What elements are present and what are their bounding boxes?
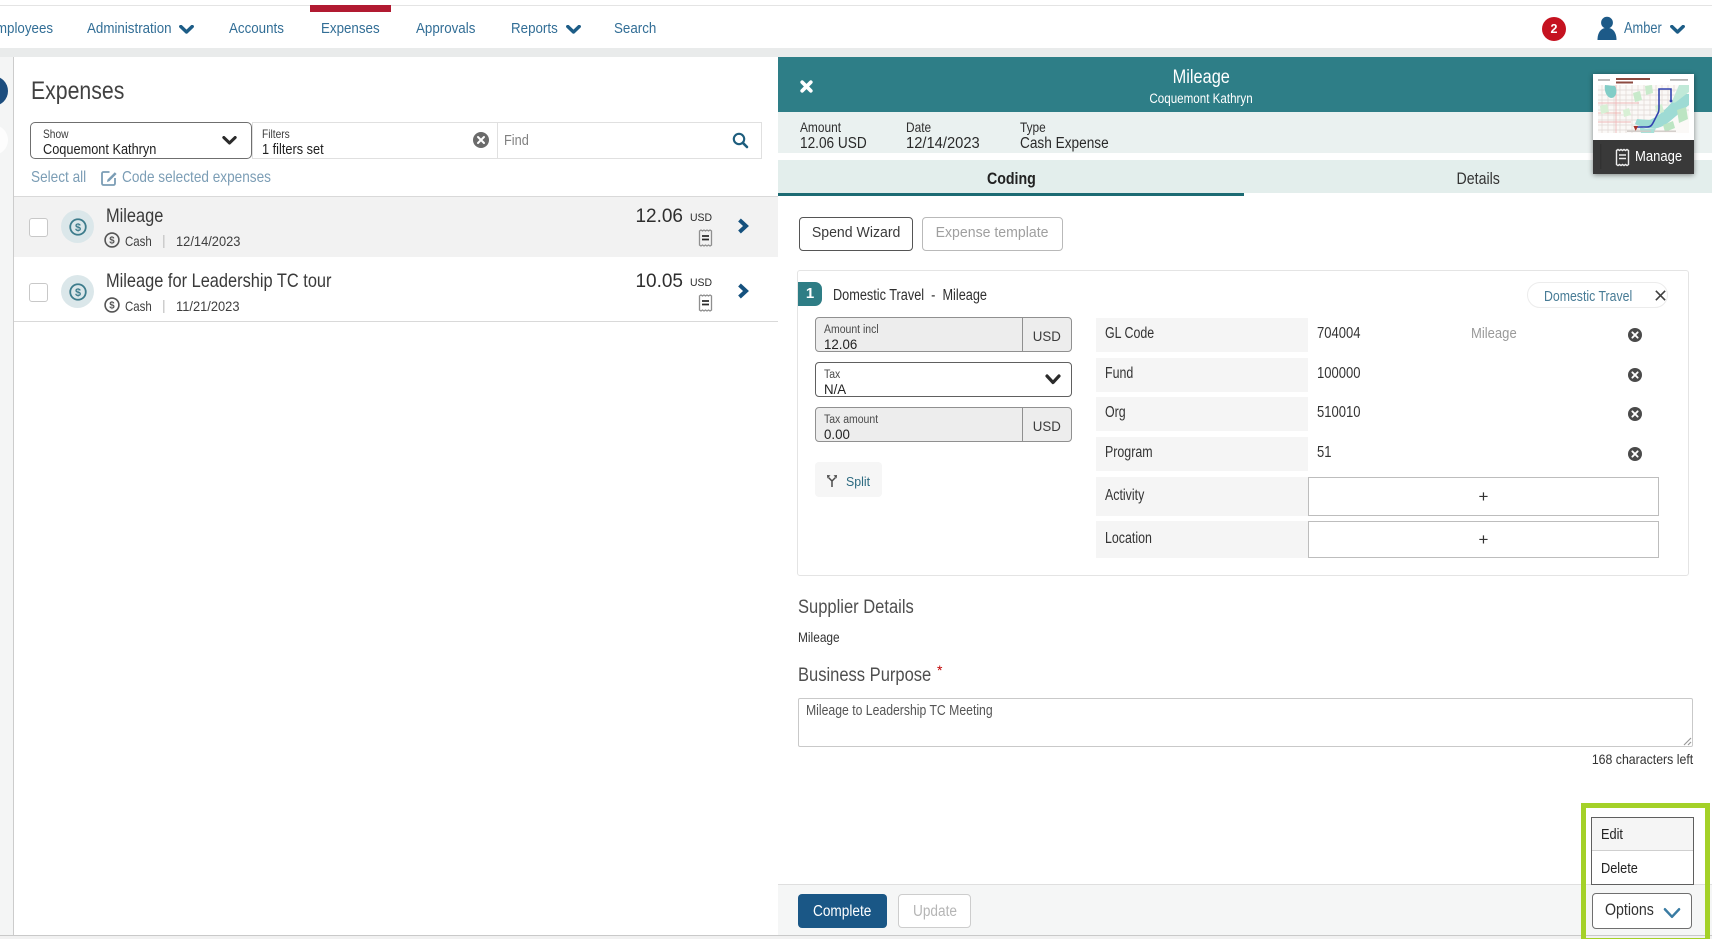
- svg-text:$: $: [109, 300, 115, 311]
- svg-text:$: $: [75, 287, 81, 299]
- svg-text:$: $: [109, 235, 115, 246]
- svg-text:$: $: [75, 222, 81, 234]
